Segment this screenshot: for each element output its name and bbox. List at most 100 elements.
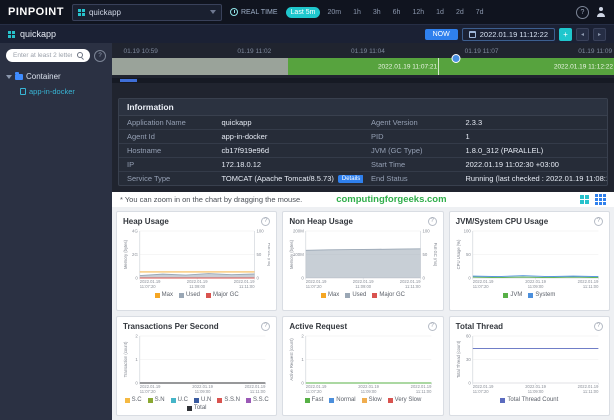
grid-3x3-icon[interactable]: [595, 194, 606, 205]
info-value: TOMCAT (Apache Tomcat/8.5.73) Details: [221, 174, 363, 183]
period-last-5m[interactable]: Last 5m: [286, 7, 321, 18]
legend-item[interactable]: Slow: [362, 397, 382, 403]
legend-swatch: [179, 293, 184, 298]
help-icon[interactable]: ?: [428, 322, 437, 331]
info-label: PID: [363, 132, 465, 141]
details-badge[interactable]: Details: [338, 175, 363, 183]
svg-text:Full GC (ms): Full GC (ms): [433, 243, 436, 267]
legend-item[interactable]: Total Thread Count: [500, 397, 558, 403]
info-value: 172.18.0.12: [221, 160, 363, 169]
legend-item[interactable]: S.N: [148, 397, 165, 403]
svg-text:100M: 100M: [293, 252, 304, 257]
timeline-minimap-segment: [120, 79, 138, 82]
svg-text:Memory (bytes): Memory (bytes): [289, 239, 294, 269]
svg-text:2022.01.1911:09:00: 2022.01.1911:09:00: [353, 279, 374, 289]
chart-plot[interactable]: 200M100100M5000Memory (bytes)Full GC (ms…: [289, 227, 436, 291]
period-3h[interactable]: 3h: [368, 7, 386, 18]
timeline-handle[interactable]: [451, 54, 460, 63]
period-1d[interactable]: 1d: [431, 7, 449, 18]
tree-group-container[interactable]: Container: [6, 72, 106, 81]
legend-item[interactable]: Fast: [305, 397, 324, 403]
legend-label: Fast: [312, 397, 324, 403]
help-icon[interactable]: ?: [594, 322, 603, 331]
period-6h[interactable]: 6h: [388, 7, 406, 18]
svg-text:2022.01.1911:11:00: 2022.01.1911:11:00: [411, 384, 432, 394]
chart-plot[interactable]: 4G1002G5000Memory (bytes)Full GC (ms)202…: [123, 227, 270, 291]
grid-2x2-icon[interactable]: [580, 195, 589, 204]
realtime-toggle[interactable]: REAL TIME: [230, 8, 278, 16]
svg-text:100: 100: [256, 229, 264, 234]
period-2d[interactable]: 2d: [451, 7, 469, 18]
period-12h[interactable]: 12h: [407, 7, 429, 18]
appbar-right-controls: NOW 2022.01.19 11:12:22 + ◂ ▸: [425, 28, 606, 41]
application-selector-label: quickapp: [89, 8, 121, 17]
tree-item-app-in-docker[interactable]: app-in-docker: [20, 87, 106, 96]
period-20m[interactable]: 20m: [322, 7, 346, 18]
legend-item[interactable]: Used: [345, 292, 366, 298]
chart-card-jvm-system-cpu-usage: JVM/System CPU Usage ? 100500CPU Usage (…: [449, 211, 610, 311]
legend-item[interactable]: Max: [155, 292, 173, 298]
svg-text:100: 100: [463, 229, 471, 234]
legend-swatch: [500, 398, 505, 403]
legend-item[interactable]: S.S.C: [246, 397, 269, 403]
period-7d[interactable]: 7d: [471, 7, 489, 18]
legend-item[interactable]: S.S.N: [217, 397, 240, 403]
period-selector: Last 5m 20m 1h 3h 6h 12h 1d 2d 7d: [286, 7, 489, 18]
chart-legend: Fast Normal Slow Very Slow: [289, 397, 436, 403]
help-icon[interactable]: ?: [594, 217, 603, 226]
legend-label: U.C: [178, 397, 188, 403]
legend-item[interactable]: Major GC: [372, 292, 405, 298]
svg-text:Full GC (ms): Full GC (ms): [267, 243, 270, 267]
period-1h[interactable]: 1h: [348, 7, 366, 18]
datetime-picker[interactable]: 2022.01.19 11:12:22: [462, 28, 555, 41]
user-icon[interactable]: [596, 7, 606, 17]
add-button[interactable]: +: [559, 28, 572, 41]
help-icon[interactable]: ?: [261, 217, 270, 226]
info-label: Service Type: [119, 174, 221, 183]
legend-item[interactable]: Major GC: [206, 292, 239, 298]
chart-plot[interactable]: 210Active Request (count)2022.01.1911:07…: [289, 332, 436, 396]
legend-item[interactable]: JVM: [503, 292, 522, 298]
datetime-value: 2022.01.19 11:12:22: [480, 30, 548, 39]
timeline-bar[interactable]: 2022.01.19 11:07:21 2022.01.19 11:12:22: [112, 58, 614, 75]
legend-swatch: [125, 398, 130, 403]
chart-plot[interactable]: 100500CPU Usage (%)2022.01.1911:07:20202…: [456, 227, 603, 291]
info-value: cb17f919e96d: [221, 146, 363, 155]
information-section: Information Application Name quickapp Ag…: [112, 95, 614, 192]
calendar-icon: [469, 31, 476, 38]
legend-swatch: [194, 398, 199, 403]
legend-label: JVM: [510, 292, 522, 298]
sidebar-help-icon[interactable]: ?: [94, 50, 106, 62]
svg-text:2022.01.1911:07:20: 2022.01.1911:07:20: [472, 279, 493, 289]
legend-swatch: [148, 398, 153, 403]
help-icon[interactable]: ?: [261, 322, 270, 331]
search-input[interactable]: [11, 51, 74, 60]
tree-item-label: app-in-docker: [29, 87, 75, 96]
info-label: End Status: [363, 174, 465, 183]
chart-plot[interactable]: 210Transaction (count)2022.01.1911:07:20…: [123, 332, 270, 396]
info-label: IP: [119, 160, 221, 169]
legend-item[interactable]: Used: [179, 292, 200, 298]
application-selector[interactable]: quickapp: [72, 4, 222, 21]
legend-item[interactable]: Very Slow: [388, 397, 422, 403]
legend-item[interactable]: System: [528, 292, 555, 298]
legend-item[interactable]: Total: [187, 405, 207, 411]
chart-plot[interactable]: 60300Total Thread (count)2022.01.1911:07…: [456, 332, 603, 396]
svg-text:2022.01.1911:07:20: 2022.01.1911:07:20: [306, 279, 327, 289]
legend-item[interactable]: Max: [321, 292, 339, 298]
help-icon[interactable]: ?: [428, 217, 437, 226]
legend-item[interactable]: U.N: [194, 397, 211, 403]
timeline-axis-label: 01.19 11:02: [237, 48, 271, 55]
legend-item[interactable]: S.C: [125, 397, 142, 403]
legend-item[interactable]: Normal: [329, 397, 355, 403]
information-panel: Information Application Name quickapp Ag…: [118, 98, 608, 186]
now-button[interactable]: NOW: [425, 29, 458, 40]
legend-swatch: [206, 293, 211, 298]
sidebar-search-row: ?: [6, 49, 106, 62]
help-icon[interactable]: ?: [576, 6, 589, 19]
shift-right-button[interactable]: ▸: [593, 28, 606, 41]
search-icon[interactable]: [77, 52, 85, 60]
timeline-range-start-label: 2022.01.19 11:07:21: [378, 63, 437, 70]
shift-left-button[interactable]: ◂: [576, 28, 589, 41]
legend-item[interactable]: U.C: [171, 397, 188, 403]
